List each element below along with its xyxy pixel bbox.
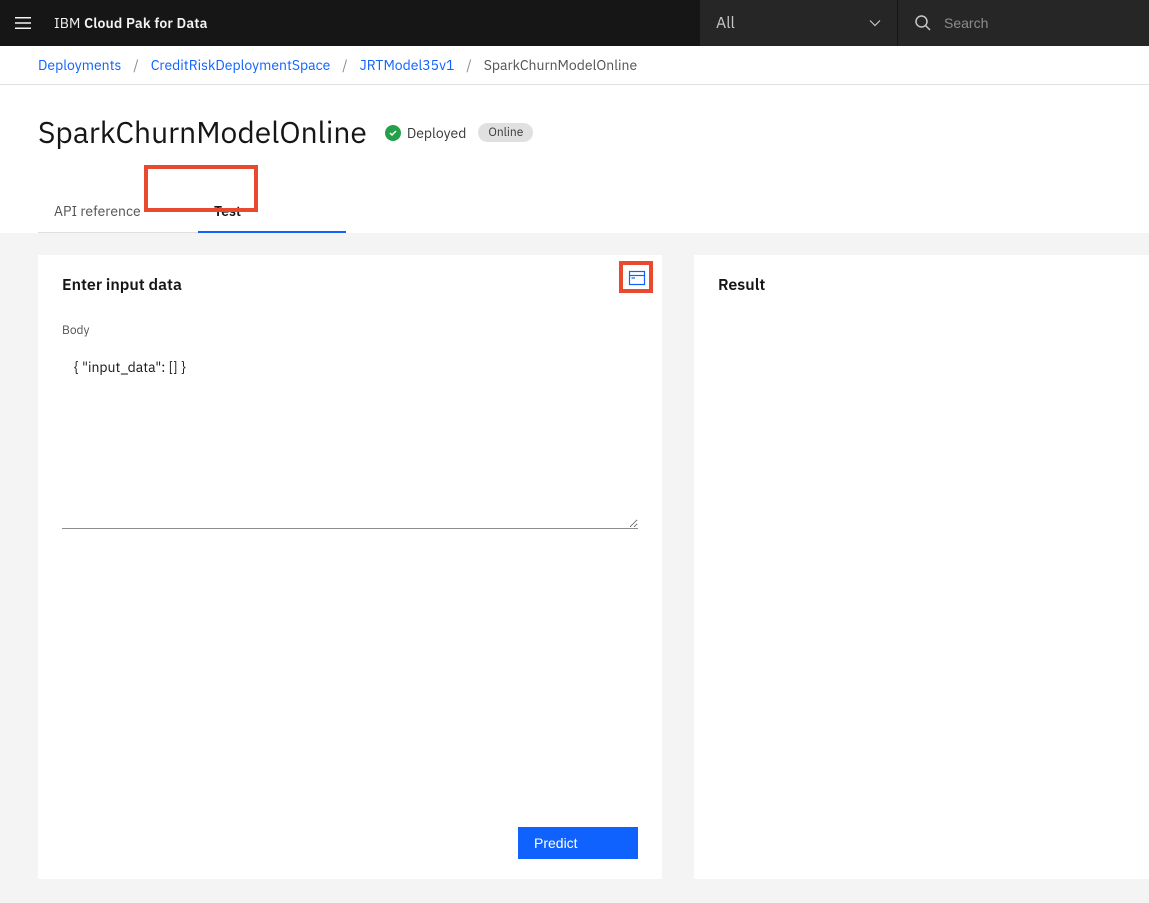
breadcrumb-link-space[interactable]: CreditRiskDeploymentSpace [151,56,331,74]
filter-dropdown[interactable]: All [700,0,898,46]
predict-row: Predict [62,807,638,859]
tabs: API reference Test [0,172,1149,233]
result-panel-title: Result [718,275,1125,295]
status-badge: Online [478,123,533,142]
content-area: Enter input data Body Predict Result [0,233,1149,903]
breadcrumb-separator: / [466,56,471,74]
hamburger-menu-icon[interactable] [0,0,46,46]
breadcrumb-link-model[interactable]: JRTModel35v1 [360,56,455,74]
title-row: SparkChurnModelOnline Deployed Online [0,85,1149,172]
filter-selected-label: All [716,13,735,33]
search-box[interactable] [898,0,1149,46]
result-panel: Result [694,255,1149,879]
switch-json-view-icon[interactable] [621,262,653,294]
breadcrumb-link-deployments[interactable]: Deployments [38,56,121,74]
input-panel-header: Enter input data [62,275,638,295]
breadcrumb: Deployments / CreditRiskDeploymentSpace … [0,46,1149,85]
brand-product: Cloud Pak for Data [84,14,208,32]
chevron-down-icon [869,19,881,27]
breadcrumb-separator: / [342,56,347,74]
global-header: IBM Cloud Pak for Data All [0,0,1149,46]
breadcrumb-current: SparkChurnModelOnline [484,56,637,74]
brand-prefix: IBM [54,14,84,32]
status-check-icon [385,125,401,141]
body-label: Body [62,323,638,338]
page-title: SparkChurnModelOnline [38,113,367,152]
body-textarea[interactable] [62,354,638,529]
tab-api-reference[interactable]: API reference [38,192,198,233]
brand-label: IBM Cloud Pak for Data [46,14,208,32]
input-panel: Enter input data Body Predict [38,255,662,879]
predict-button[interactable]: Predict [518,827,638,859]
breadcrumb-separator: / [133,56,138,74]
status-text: Deployed [407,124,467,142]
tab-test[interactable]: Test [198,192,346,233]
search-input[interactable] [944,15,1124,31]
search-icon [914,14,932,32]
input-panel-title: Enter input data [62,275,182,295]
